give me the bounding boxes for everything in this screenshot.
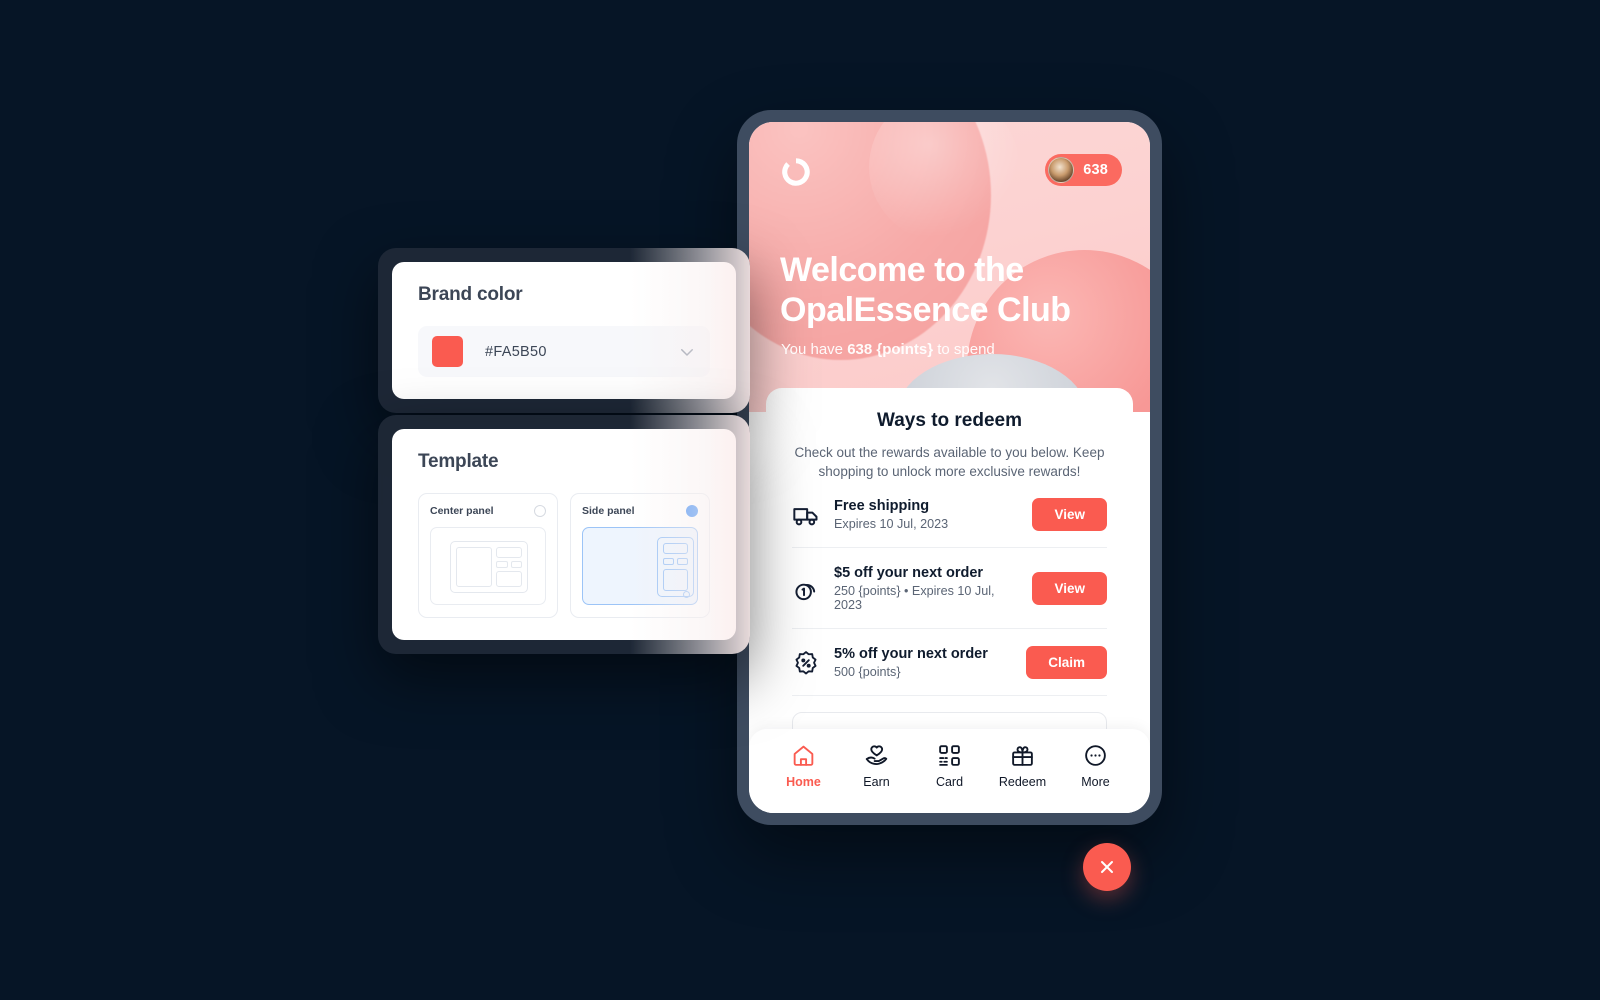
points-value: 638 — [1083, 162, 1108, 178]
tab-earn[interactable]: Earn — [840, 743, 913, 789]
preview-block — [456, 547, 492, 587]
tab-more[interactable]: More — [1059, 743, 1132, 789]
radio-selected-icon[interactable] — [686, 505, 698, 517]
template-preview-side — [582, 527, 698, 605]
gift-icon — [1010, 743, 1035, 768]
tab-redeem[interactable]: Redeem — [986, 743, 1059, 789]
sheet-description: Check out the rewards available to you b… — [794, 445, 1105, 479]
reward-meta: Expires 10 Jul, 2023 — [834, 517, 949, 531]
template-preview-center — [430, 527, 546, 605]
hero-subtitle: You have 638 {points} to spend — [781, 341, 995, 358]
template-option-center-panel[interactable]: Center panel — [418, 493, 558, 618]
brand-color-select[interactable]: #FA5B50 — [418, 326, 710, 377]
preview-modal — [657, 537, 694, 597]
bottom-tab-bar: Home Earn Card Redeem More — [749, 729, 1150, 813]
color-swatch — [432, 336, 463, 367]
reward-row: $5 off your next order 250 {points} • Ex… — [792, 548, 1107, 629]
template-panel-body: Template Center panel Side panel — [392, 429, 736, 640]
reward-row: 5% off your next order 500 {points} Clai… — [792, 629, 1107, 696]
home-icon — [791, 743, 816, 768]
screen-root: 638 Welcome to the OpalEssence Club You … — [0, 0, 1600, 1000]
phone-screen: 638 Welcome to the OpalEssence Club You … — [749, 122, 1150, 813]
template-heading: Template — [418, 451, 499, 472]
template-option-side-panel[interactable]: Side panel — [570, 493, 710, 618]
brand-color-panel-body: Brand color #FA5B50 — [392, 262, 736, 399]
preview-block — [496, 571, 522, 587]
template-options: Center panel Side panel — [418, 493, 710, 618]
tab-label: Home — [786, 775, 821, 789]
preview-block — [510, 561, 522, 568]
preview-block — [663, 569, 688, 591]
more-icon — [1083, 743, 1108, 768]
preview-modal — [450, 541, 528, 593]
truck-icon — [792, 501, 820, 529]
sheet-title: Ways to redeem — [876, 410, 1022, 431]
template-option-header: Center panel — [430, 505, 546, 517]
reward-action-button[interactable]: Claim — [1026, 646, 1107, 679]
reward-action-button[interactable]: View — [1032, 572, 1107, 605]
close-icon — [1101, 861, 1113, 873]
color-hex-value: #FA5B50 — [485, 343, 547, 360]
tab-label: Redeem — [998, 775, 1047, 789]
phone-device-frame: 638 Welcome to the OpalEssence Club You … — [737, 110, 1162, 825]
percent-badge-icon — [792, 649, 820, 677]
close-button[interactable] — [1083, 843, 1131, 891]
preview-block-row — [496, 561, 522, 568]
preview-block — [663, 543, 688, 554]
reward-text: Free shipping Expires 10 Jul, 2023 — [834, 498, 1018, 531]
template-option-label: Center panel — [430, 505, 494, 517]
preview-column — [496, 547, 522, 587]
reward-title: $5 off your next order — [834, 565, 984, 581]
reward-text: $5 off your next order 250 {points} • Ex… — [834, 565, 1018, 612]
qr-card-icon — [937, 743, 962, 768]
earn-icon — [864, 743, 889, 768]
template-panel: Template Center panel Side panel — [378, 415, 750, 654]
opal-ring-logo-icon — [779, 155, 813, 189]
chevron-down-icon[interactable] — [678, 343, 696, 361]
tab-card[interactable]: Card — [913, 743, 986, 789]
reward-title: 5% off your next order — [834, 646, 988, 662]
tab-label: Earn — [863, 775, 890, 789]
hero-subtitle-suffix: to spend — [933, 341, 995, 358]
hero-subtitle-points: 638 {points} — [847, 341, 934, 358]
preview-block — [496, 561, 508, 568]
hero-banner: 638 Welcome to the OpalEssence Club You … — [749, 122, 1150, 412]
brand-color-panel: Brand color #FA5B50 — [378, 248, 750, 413]
preview-dot-icon — [683, 591, 690, 598]
reward-text: 5% off your next order 500 {points} — [834, 646, 1012, 679]
brand-color-heading: Brand color — [418, 284, 523, 305]
preview-block — [496, 547, 522, 558]
preview-block — [663, 558, 674, 565]
coin-dollar-icon — [792, 575, 820, 603]
tab-home[interactable]: Home — [767, 743, 840, 789]
tab-label: Card — [935, 775, 964, 789]
hero-title: Welcome to the OpalEssence Club — [780, 251, 1071, 329]
reward-meta: 500 {points} — [834, 665, 901, 679]
reward-row: Free shipping Expires 10 Jul, 2023 View — [792, 481, 1107, 548]
preview-block — [677, 558, 688, 565]
reward-action-button[interactable]: View — [1032, 498, 1107, 531]
template-option-label: Side panel — [582, 505, 635, 517]
reward-meta: 250 {points} • Expires 10 Jul, 2023 — [834, 584, 995, 612]
tab-label: More — [1081, 775, 1110, 789]
radio-unselected-icon[interactable] — [534, 505, 546, 517]
hero-subtitle-prefix: You have — [781, 341, 848, 358]
reward-title: Free shipping — [834, 498, 930, 514]
avatar — [1048, 157, 1075, 183]
preview-block-row — [663, 558, 688, 565]
points-badge[interactable]: 638 — [1045, 154, 1122, 186]
template-option-header: Side panel — [582, 505, 698, 517]
